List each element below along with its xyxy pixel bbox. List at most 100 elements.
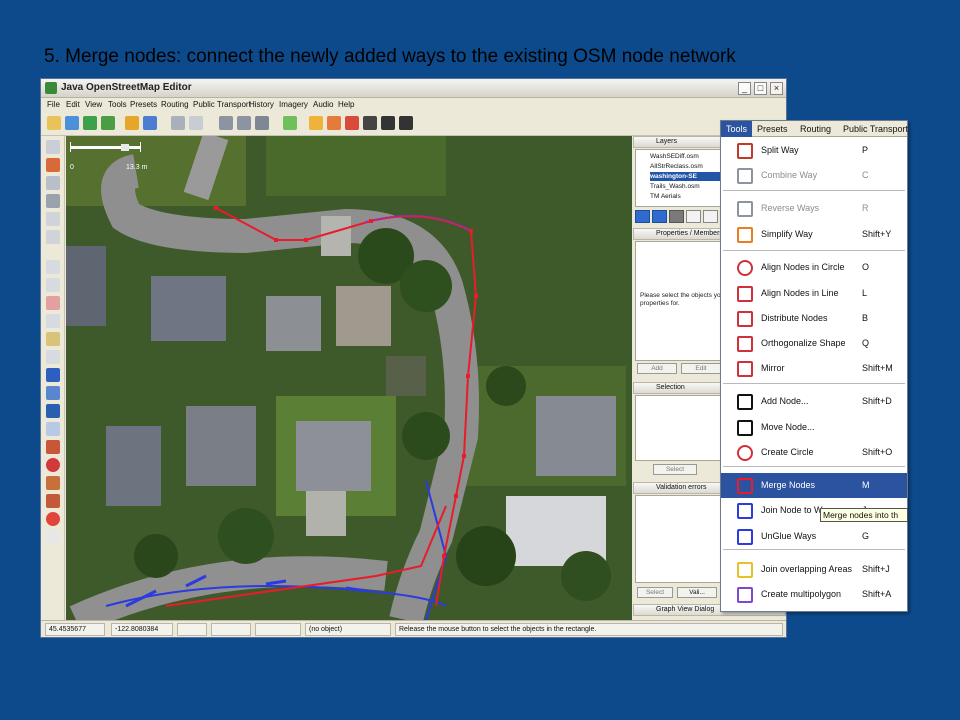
menu-routing[interactable]: Routing <box>800 121 831 137</box>
delete-layer-icon[interactable] <box>703 210 718 223</box>
toggle-transport-icon[interactable] <box>46 494 60 508</box>
toggle-layers-icon[interactable] <box>46 260 60 274</box>
car-icon[interactable] <box>381 116 395 130</box>
toggle-errors-icon[interactable] <box>46 458 60 472</box>
edit-button[interactable]: Edit <box>681 363 721 374</box>
upload-icon[interactable] <box>83 116 97 130</box>
menu-item-shortcut: L <box>862 288 868 298</box>
align-circle-icon <box>737 260 753 276</box>
menu-tools-active[interactable]: Tools <box>721 121 753 137</box>
redo-icon[interactable] <box>143 116 157 130</box>
simplify-way-icon <box>737 227 753 243</box>
toggle-graph-icon[interactable] <box>46 530 60 544</box>
menu-item-reverse-ways[interactable]: Reverse Ways R <box>721 196 907 221</box>
status-message: Release the mouse button to select the o… <box>395 623 783 636</box>
toggle-history-icon[interactable] <box>46 314 60 328</box>
open-file-icon[interactable] <box>47 116 61 130</box>
menu-presets[interactable]: Presets <box>757 121 788 137</box>
house-roof <box>66 246 106 326</box>
preferences-icon[interactable] <box>189 116 203 130</box>
delete-tool-icon[interactable] <box>46 212 60 226</box>
merge-nodes-icon <box>737 478 753 494</box>
menu-view[interactable]: View <box>85 100 102 109</box>
toggle-changesets-icon[interactable] <box>46 422 60 436</box>
measure-tool-icon[interactable] <box>46 176 60 190</box>
visibility-icon[interactable] <box>686 210 701 223</box>
menu-edit[interactable]: Edit <box>66 100 80 109</box>
map-view[interactable]: 0 13.3 m <box>66 136 632 620</box>
toggle-validator-icon[interactable] <box>46 404 60 418</box>
menu-item-split-way[interactable]: Split Way P <box>721 138 907 163</box>
download-icon[interactable] <box>65 116 79 130</box>
menu-presets[interactable]: Presets <box>130 100 157 109</box>
extrude-tool-icon[interactable] <box>46 230 60 244</box>
menu-item-distribute-nodes[interactable]: Distribute Nodes B <box>721 306 907 331</box>
menu-item-orthogonalize-shape[interactable]: Orthogonalize Shape Q <box>721 331 907 356</box>
walk-icon[interactable] <box>327 116 341 130</box>
menu-item-shortcut: Shift+O <box>862 447 893 457</box>
bus-icon[interactable] <box>399 116 413 130</box>
combine-tool-icon[interactable] <box>237 116 251 130</box>
toggle-selection-icon[interactable] <box>46 296 60 310</box>
toggle-notes-icon[interactable] <box>46 440 60 454</box>
menu-item-simplify-way[interactable]: Simplify Way Shift+Y <box>721 222 907 247</box>
toggle-commands-icon[interactable] <box>46 386 60 400</box>
zoom-tool-icon[interactable] <box>46 194 60 208</box>
menu-item-create-multipolygon[interactable]: Create multipolygon Shift+A <box>721 582 907 607</box>
menu-tools[interactable]: Tools <box>108 100 127 109</box>
move-up-icon[interactable] <box>635 210 650 223</box>
split-tool-icon[interactable] <box>219 116 233 130</box>
minimize-button[interactable]: _ <box>738 82 751 95</box>
reverse-tool-icon[interactable] <box>255 116 269 130</box>
validate-button[interactable]: Vali... <box>677 587 717 598</box>
toggle-routing-icon[interactable] <box>46 476 60 490</box>
hand-icon[interactable] <box>363 116 377 130</box>
menu-bar: File Edit View Tools Presets Routing Pub… <box>41 98 786 112</box>
select-button[interactable]: Select <box>653 464 697 475</box>
undo-icon[interactable] <box>125 116 139 130</box>
menu-separator <box>723 466 905 467</box>
menu-item-unglue-ways[interactable]: UnGlue Ways G <box>721 524 907 549</box>
maximize-button[interactable]: □ <box>754 82 767 95</box>
menu-item-shortcut: P <box>862 145 869 155</box>
menu-item-label: Align Nodes in Circle <box>761 262 845 272</box>
menu-history[interactable]: History <box>249 100 274 109</box>
validation-select-button[interactable]: Select <box>637 587 673 598</box>
route-icon[interactable] <box>309 116 323 130</box>
draw-tool-icon[interactable] <box>46 158 60 172</box>
menu-item-shortcut: Shift+J <box>862 564 890 574</box>
menu-imagery[interactable]: Imagery <box>279 100 308 109</box>
heading-field <box>177 623 207 636</box>
menu-public-transport[interactable]: Public Transport <box>193 100 251 109</box>
menu-item-mirror[interactable]: Mirror Shift+M <box>721 356 907 381</box>
save-icon[interactable] <box>101 116 115 130</box>
move-down-icon[interactable] <box>652 210 667 223</box>
menu-item-align-nodes-in-circle[interactable]: Align Nodes in Circle O <box>721 255 907 280</box>
toggle-filter-icon[interactable] <box>46 350 60 364</box>
toggle-tags-icon[interactable] <box>46 278 60 292</box>
menu-item-shortcut: C <box>862 170 869 180</box>
menu-file[interactable]: File <box>47 100 60 109</box>
menu-routing[interactable]: Routing <box>161 100 189 109</box>
menu-item-combine-way[interactable]: Combine Way C <box>721 163 907 188</box>
merge-layer-icon[interactable] <box>669 210 684 223</box>
menu-item-join-overlapping-areas[interactable]: Join overlapping Areas Shift+J <box>721 557 907 582</box>
menu-item-create-circle[interactable]: Create Circle Shift+O <box>721 440 907 465</box>
add-button[interactable]: Add <box>637 363 677 374</box>
zoom-icon[interactable] <box>171 116 185 130</box>
toggle-audio-icon[interactable] <box>46 512 60 526</box>
menu-item-move-node[interactable]: Move Node... <box>721 415 907 440</box>
select-tool-icon[interactable] <box>46 140 60 154</box>
toggle-relations-icon[interactable] <box>46 368 60 382</box>
imagery-icon[interactable] <box>283 116 297 130</box>
menu-help[interactable]: Help <box>338 100 354 109</box>
toggle-conflicts-icon[interactable] <box>46 332 60 346</box>
menu-item-label: Add Node... <box>761 396 809 406</box>
menu-audio[interactable]: Audio <box>313 100 333 109</box>
menu-item-align-nodes-in-line[interactable]: Align Nodes in Line L <box>721 281 907 306</box>
bicycle-icon[interactable] <box>345 116 359 130</box>
menu-item-add-node[interactable]: Add Node... Shift+D <box>721 389 907 414</box>
menu-public-transport[interactable]: Public Transport <box>843 121 908 137</box>
close-button[interactable]: × <box>770 82 783 95</box>
menu-item-merge-nodes[interactable]: Merge Nodes M <box>721 473 907 498</box>
